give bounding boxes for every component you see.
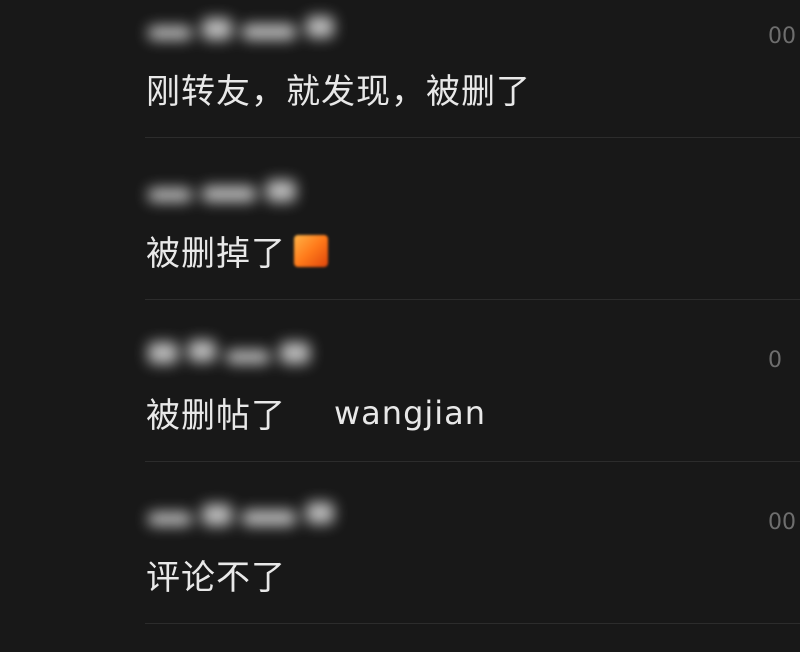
blurred-username bbox=[148, 174, 338, 208]
comment-item[interactable]: 被删掉了 bbox=[0, 138, 800, 300]
comment-text-content: 被删掉了 bbox=[146, 234, 286, 274]
comment-text-content: 评论不了 bbox=[146, 558, 286, 598]
comment-text: 被删掉了 bbox=[146, 226, 328, 275]
blurred-username bbox=[148, 336, 338, 370]
comment-timestamp: 00 bbox=[768, 24, 796, 49]
comment-text: 刚转友，就发现，被删了 bbox=[146, 64, 531, 113]
comment-text: 评论不了 bbox=[146, 550, 286, 599]
comment-timestamp: 0 bbox=[768, 348, 782, 373]
comment-timestamp: 00 bbox=[768, 510, 796, 535]
comment-text: 被删帖了 wangjian bbox=[146, 388, 486, 437]
mention-link[interactable]: wangjian bbox=[334, 394, 486, 432]
comment-text-content: 被删帖了 bbox=[146, 396, 286, 436]
comment-text-content: 刚转友，就发现，被删了 bbox=[146, 72, 531, 112]
divider bbox=[145, 623, 800, 624]
blurred-username bbox=[148, 498, 338, 532]
comment-item[interactable]: 0 被删帖了 wangjian bbox=[0, 300, 800, 462]
comment-list: 00 刚转友，就发现，被删了 被删掉了 0 被删帖了 wangjian 00 评… bbox=[0, 0, 800, 652]
blurred-username bbox=[148, 12, 338, 46]
orange-square-emoji-icon bbox=[294, 234, 328, 267]
comment-item[interactable]: 00 刚转友，就发现，被删了 bbox=[0, 0, 800, 138]
comment-item[interactable]: 00 评论不了 bbox=[0, 462, 800, 624]
